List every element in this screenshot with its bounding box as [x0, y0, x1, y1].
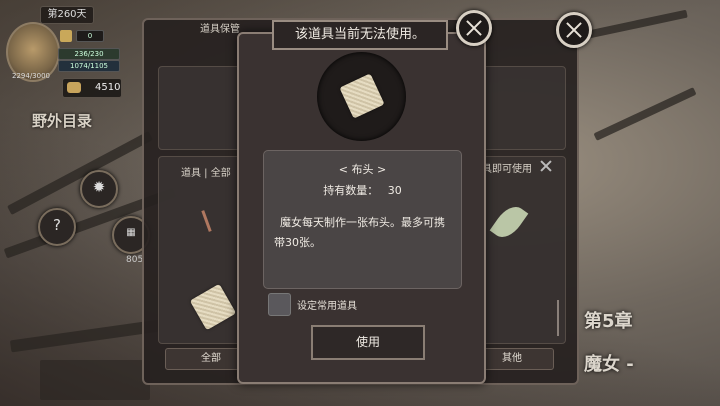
side-number: 805	[126, 255, 144, 265]
inventory-tabs[interactable]: 道具 | 全部	[181, 164, 231, 179]
item-count-value: 30	[387, 184, 402, 197]
item-description-box: < 布头 > 持有数量： 30 魔女每天制作一张布头。最多可携 带30张。	[263, 150, 462, 289]
favorite-checkbox[interactable]	[268, 293, 291, 316]
item-preview	[317, 52, 406, 141]
cloth-item-icon	[339, 73, 385, 119]
inventory-title: 道具保管	[200, 24, 240, 35]
inventory-hint: 具即可使用	[482, 164, 532, 175]
area-title: 野外目录	[32, 112, 93, 130]
coin-icon	[67, 82, 81, 93]
chapter-subtitle: 魔女 -	[584, 354, 634, 375]
item-count-row: 持有数量： 30	[264, 182, 461, 198]
settings-gear-icon[interactable]: ✹	[80, 170, 118, 208]
day-label: 第260天	[40, 6, 94, 24]
item-count-label: 持有数量：	[323, 184, 379, 197]
use-button[interactable]: 使用	[311, 325, 425, 360]
item-name: < 布头 >	[338, 163, 387, 176]
favorite-checkbox-label: 设定常用道具	[297, 301, 357, 312]
stat-bar-top: 236/230	[58, 48, 120, 60]
help-symbol: ?	[53, 216, 61, 234]
scrollbar[interactable]	[557, 300, 559, 336]
inventory-top-box	[158, 66, 242, 150]
hp-text: 2294/3000	[12, 72, 50, 80]
modal-title: 该道具当前无法使用。	[272, 20, 448, 50]
bg-crate	[40, 360, 150, 400]
item-description-line1: 魔女每天制作一张布头。最多可携	[280, 216, 445, 229]
counter-value: 0	[76, 30, 104, 42]
inventory-top-box-right	[482, 66, 566, 150]
filter-close-icon[interactable]	[538, 158, 554, 174]
help-icon[interactable]: ?	[38, 208, 76, 246]
counter-icon	[60, 30, 72, 42]
item-description-line2: 带30张。	[274, 236, 321, 249]
inventory-close-icon[interactable]	[556, 12, 592, 48]
stat-bar-bottom: 1074/1105	[58, 60, 120, 72]
inventory-list-right	[482, 156, 566, 344]
chapter-title: 第5章	[584, 311, 633, 332]
modal-close-icon[interactable]	[456, 10, 492, 46]
coin-counter: 4510	[62, 78, 122, 98]
coin-value: 4510	[95, 82, 121, 93]
